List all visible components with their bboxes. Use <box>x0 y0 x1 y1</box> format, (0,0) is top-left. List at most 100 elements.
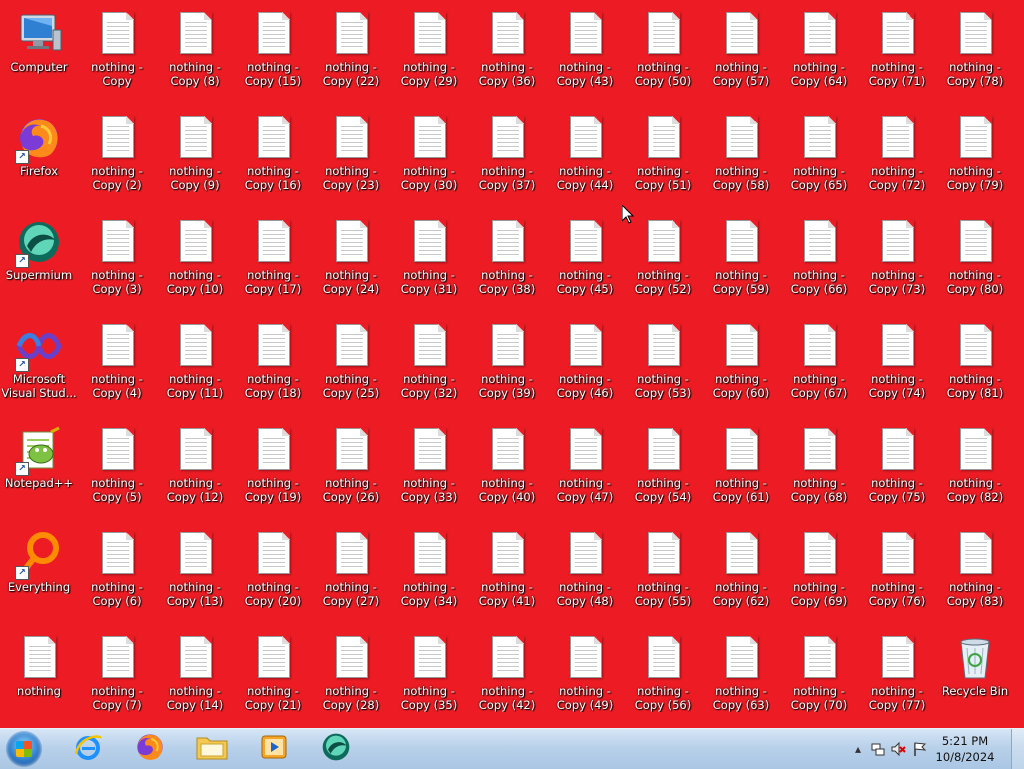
desktop-file-item[interactable]: nothing - Copy <box>79 8 155 108</box>
desktop-file-item[interactable]: nothing - Copy (64) <box>781 8 857 108</box>
desktop-file-item[interactable]: nothing - Copy (57) <box>703 8 779 108</box>
desktop-file-item[interactable]: nothing - Copy (16) <box>235 112 311 212</box>
desktop-file-item[interactable]: nothing - Copy (49) <box>547 632 623 732</box>
show-desktop-button[interactable] <box>1011 729 1024 769</box>
taskbar-media-button[interactable] <box>246 730 302 768</box>
desktop-file-item[interactable]: nothing - Copy (58) <box>703 112 779 212</box>
start-button[interactable] <box>6 731 42 767</box>
desktop-file-item[interactable]: nothing - Copy (74) <box>859 320 935 420</box>
desktop-file-item[interactable]: nothing - Copy (63) <box>703 632 779 732</box>
desktop-icon-recycle-bin[interactable]: Recycle Bin <box>937 632 1013 732</box>
desktop-file-item[interactable]: nothing - Copy (5) <box>79 424 155 524</box>
taskbar-ie-button[interactable] <box>60 730 116 768</box>
desktop-file-item[interactable]: nothing - Copy (42) <box>469 632 545 732</box>
desktop-file-item[interactable]: nothing - Copy (26) <box>313 424 389 524</box>
desktop-file-item[interactable]: nothing - Copy (28) <box>313 632 389 732</box>
desktop-file-item[interactable]: nothing - Copy (10) <box>157 216 233 316</box>
desktop-file-item[interactable]: nothing - Copy (43) <box>547 8 623 108</box>
desktop-file-item[interactable]: nothing - Copy (44) <box>547 112 623 212</box>
desktop-file-item[interactable]: nothing - Copy (71) <box>859 8 935 108</box>
desktop-icon-supermium[interactable]: ↗ Supermium <box>1 216 77 316</box>
desktop-file-item[interactable]: nothing - Copy (24) <box>313 216 389 316</box>
desktop-icon-firefox[interactable]: ↗ Firefox <box>1 112 77 212</box>
desktop-file-item[interactable]: nothing - Copy (67) <box>781 320 857 420</box>
desktop-file-item[interactable]: nothing - Copy (23) <box>313 112 389 212</box>
desktop-file-item[interactable]: nothing - Copy (27) <box>313 528 389 628</box>
desktop-file-item[interactable]: nothing - Copy (50) <box>625 8 701 108</box>
desktop-icon-everything[interactable]: ↗ Everything <box>1 528 77 628</box>
desktop-file-item[interactable]: nothing - Copy (56) <box>625 632 701 732</box>
desktop-file-item[interactable]: nothing - Copy (53) <box>625 320 701 420</box>
desktop-file-item[interactable]: nothing - Copy (83) <box>937 528 1013 628</box>
desktop-file-item[interactable]: nothing - Copy (19) <box>235 424 311 524</box>
desktop-file-item[interactable]: nothing - Copy (33) <box>391 424 467 524</box>
desktop-icon-computer[interactable]: Computer <box>1 8 77 108</box>
desktop-file-item[interactable]: nothing - Copy (11) <box>157 320 233 420</box>
clock[interactable]: 5:21 PM 10/8/2024 <box>932 733 998 765</box>
desktop-file-item[interactable]: nothing - Copy (37) <box>469 112 545 212</box>
desktop-file-item[interactable]: nothing - Copy (31) <box>391 216 467 316</box>
desktop-file-item[interactable]: nothing - Copy (39) <box>469 320 545 420</box>
chevron-up-icon[interactable]: ▴ <box>850 741 866 757</box>
volume-muted-icon[interactable] <box>890 741 906 757</box>
desktop-icon-visual-studio[interactable]: ↗ Microsoft Visual Stud... <box>1 320 77 420</box>
desktop-file-item[interactable]: nothing - Copy (30) <box>391 112 467 212</box>
desktop[interactable]: Computer ↗ Firefox ↗ Supermium ↗ Microsoft Vis… <box>0 0 1024 728</box>
desktop-file-item[interactable]: nothing - Copy (52) <box>625 216 701 316</box>
desktop-file-item[interactable]: nothing - Copy (36) <box>469 8 545 108</box>
desktop-file-item[interactable]: nothing - Copy (15) <box>235 8 311 108</box>
desktop-file-item[interactable]: nothing - Copy (54) <box>625 424 701 524</box>
taskbar-explorer-button[interactable] <box>184 730 240 768</box>
desktop-file-item[interactable]: nothing - Copy (14) <box>157 632 233 732</box>
desktop-file-item[interactable]: nothing - Copy (65) <box>781 112 857 212</box>
desktop-file-item[interactable]: nothing - Copy (77) <box>859 632 935 732</box>
desktop-file-item[interactable]: nothing - Copy (18) <box>235 320 311 420</box>
desktop-file-item[interactable]: nothing - Copy (72) <box>859 112 935 212</box>
action-center-flag-icon[interactable] <box>912 741 928 757</box>
desktop-file-item[interactable]: nothing - Copy (7) <box>79 632 155 732</box>
desktop-file-item[interactable]: nothing - Copy (81) <box>937 320 1013 420</box>
desktop-file-item[interactable]: nothing - Copy (69) <box>781 528 857 628</box>
desktop-file-item[interactable]: nothing - Copy (20) <box>235 528 311 628</box>
desktop-file-item[interactable]: nothing - Copy (35) <box>391 632 467 732</box>
desktop-file-item[interactable]: nothing - Copy (21) <box>235 632 311 732</box>
desktop-file-item[interactable]: nothing - Copy (2) <box>79 112 155 212</box>
desktop-file-item[interactable]: nothing - Copy (6) <box>79 528 155 628</box>
desktop-file-item[interactable]: nothing - Copy (29) <box>391 8 467 108</box>
desktop-file-item[interactable]: nothing - Copy (41) <box>469 528 545 628</box>
desktop-file-item[interactable]: nothing - Copy (40) <box>469 424 545 524</box>
desktop-file-item[interactable]: nothing - Copy (3) <box>79 216 155 316</box>
desktop-file-item[interactable]: nothing - Copy (34) <box>391 528 467 628</box>
desktop-file-item[interactable]: nothing - Copy (70) <box>781 632 857 732</box>
desktop-icon-nothing[interactable]: nothing <box>1 632 77 732</box>
taskbar-firefox-button[interactable] <box>122 730 178 768</box>
desktop-file-item[interactable]: nothing - Copy (25) <box>313 320 389 420</box>
desktop-file-item[interactable]: nothing - Copy (82) <box>937 424 1013 524</box>
desktop-file-item[interactable]: nothing - Copy (79) <box>937 112 1013 212</box>
desktop-file-item[interactable]: nothing - Copy (75) <box>859 424 935 524</box>
desktop-file-item[interactable]: nothing - Copy (4) <box>79 320 155 420</box>
desktop-file-item[interactable]: nothing - Copy (8) <box>157 8 233 108</box>
desktop-file-item[interactable]: nothing - Copy (62) <box>703 528 779 628</box>
desktop-file-item[interactable]: nothing - Copy (9) <box>157 112 233 212</box>
desktop-file-item[interactable]: nothing - Copy (55) <box>625 528 701 628</box>
taskbar-supermium-button[interactable] <box>308 730 364 768</box>
desktop-file-item[interactable]: nothing - Copy (46) <box>547 320 623 420</box>
desktop-icon-notepadpp[interactable]: ↗ Notepad++ <box>1 424 77 524</box>
desktop-file-item[interactable]: nothing - Copy (80) <box>937 216 1013 316</box>
desktop-file-item[interactable]: nothing - Copy (76) <box>859 528 935 628</box>
desktop-file-item[interactable]: nothing - Copy (13) <box>157 528 233 628</box>
desktop-file-item[interactable]: nothing - Copy (32) <box>391 320 467 420</box>
desktop-file-item[interactable]: nothing - Copy (60) <box>703 320 779 420</box>
desktop-file-item[interactable]: nothing - Copy (66) <box>781 216 857 316</box>
desktop-file-item[interactable]: nothing - Copy (12) <box>157 424 233 524</box>
desktop-file-item[interactable]: nothing - Copy (45) <box>547 216 623 316</box>
desktop-file-item[interactable]: nothing - Copy (22) <box>313 8 389 108</box>
desktop-file-item[interactable]: nothing - Copy (61) <box>703 424 779 524</box>
desktop-file-item[interactable]: nothing - Copy (73) <box>859 216 935 316</box>
desktop-file-item[interactable]: nothing - Copy (78) <box>937 8 1013 108</box>
desktop-file-item[interactable]: nothing - Copy (59) <box>703 216 779 316</box>
desktop-file-item[interactable]: nothing - Copy (51) <box>625 112 701 212</box>
network-icon[interactable] <box>870 741 886 757</box>
desktop-file-item[interactable]: nothing - Copy (17) <box>235 216 311 316</box>
